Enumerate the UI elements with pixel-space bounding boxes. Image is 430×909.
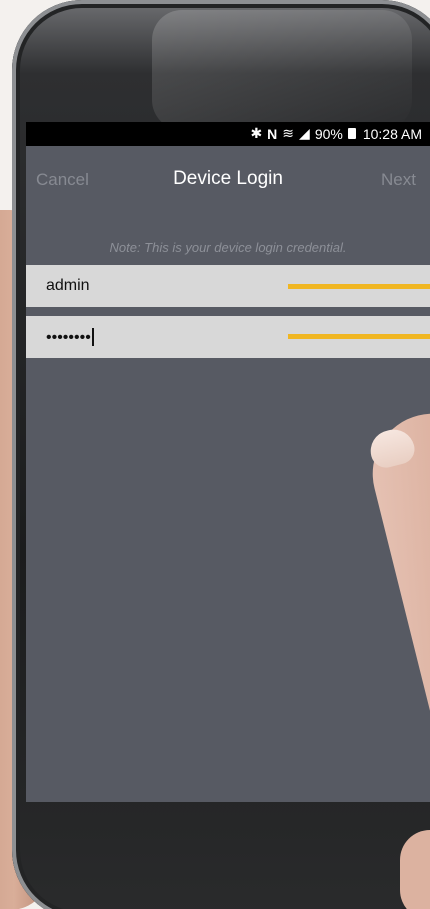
status-icons: ✱ N ≋ ◢ 90% 10:28 AM	[250, 125, 422, 142]
phone-glare	[152, 10, 412, 130]
wifi-icon: ≋	[282, 125, 295, 141]
nav-bar: Cancel Device Login Next	[26, 146, 430, 212]
bluetooth-icon: ✱	[250, 125, 263, 141]
text-caret	[91, 328, 94, 346]
photo-stage: ✱ N ≋ ◢ 90% 10:28 AM Cancel Device Login…	[0, 0, 430, 909]
status-bar: ✱ N ≋ ◢ 90% 10:28 AM	[26, 122, 430, 146]
username-value: admin	[46, 277, 90, 294]
username-callout-line	[288, 284, 430, 289]
page-title: Device Login	[173, 168, 283, 189]
password-value: ••••••••	[46, 329, 91, 346]
battery-icon	[347, 128, 356, 139]
clock: 10:28 AM	[362, 125, 422, 142]
password-value-wrap: ••••••••	[46, 328, 94, 347]
thumb	[400, 830, 430, 909]
credential-note: Note: This is your device login credenti…	[109, 240, 347, 255]
nfc-icon: N	[267, 125, 278, 142]
phone-screen: ✱ N ≋ ◢ 90% 10:28 AM Cancel Device Login…	[26, 122, 430, 802]
battery-level: 90%	[314, 125, 343, 142]
signal-icon: ◢	[299, 125, 310, 141]
password-callout-line	[288, 334, 430, 339]
next-button[interactable]: Next	[381, 170, 416, 190]
